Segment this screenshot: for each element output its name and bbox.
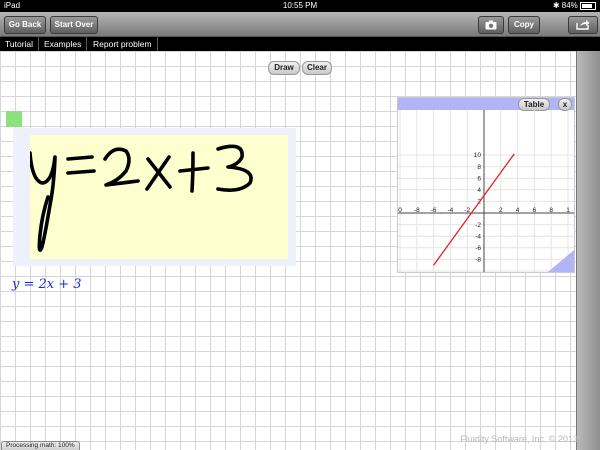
y-tick-label: 10 bbox=[474, 152, 482, 159]
battery-icon bbox=[580, 1, 596, 10]
y-tick-label: -8 bbox=[475, 257, 481, 264]
status-bar: iPad 10:55 PM ✱ 84% bbox=[0, 0, 600, 12]
x-tick-label: -8 bbox=[414, 207, 420, 214]
menu-report-problem[interactable]: Report problem bbox=[88, 37, 158, 51]
x-tick-label: 6 bbox=[533, 207, 537, 214]
resize-handle bbox=[548, 250, 574, 272]
processing-status: Processing math: 100% bbox=[1, 441, 80, 450]
x-tick-label: 2 bbox=[499, 207, 503, 214]
menu-tutorial[interactable]: Tutorial bbox=[0, 37, 40, 51]
copy-button[interactable]: Copy bbox=[508, 16, 540, 34]
x-tick-label: -4 bbox=[448, 207, 454, 214]
x-tick-label: 8 bbox=[549, 207, 553, 214]
y-tick-label: -2 bbox=[475, 222, 481, 229]
camera-icon bbox=[485, 20, 497, 30]
bluetooth-icon: ✱ bbox=[552, 1, 560, 10]
y-tick-label: 4 bbox=[477, 187, 481, 194]
recognized-equation: y = 2x + 3 bbox=[12, 277, 82, 292]
toolbar: Go Back Start Over Copy bbox=[0, 12, 600, 37]
share-icon bbox=[576, 20, 590, 31]
go-back-button[interactable]: Go Back bbox=[4, 16, 46, 34]
battery-percent: 84% bbox=[561, 1, 578, 10]
menu-examples[interactable]: Examples bbox=[39, 37, 88, 51]
clock: 10:55 PM bbox=[282, 1, 318, 10]
camera-button[interactable] bbox=[478, 16, 504, 34]
y-tick-label: 8 bbox=[477, 164, 481, 171]
selection-handle[interactable] bbox=[6, 111, 22, 127]
x-tick-label: -6 bbox=[431, 207, 437, 214]
x-tick-label: -2 bbox=[464, 207, 470, 214]
share-button[interactable] bbox=[568, 16, 598, 34]
y-tick-label: -6 bbox=[475, 245, 481, 252]
y-tick-label: 6 bbox=[477, 175, 481, 182]
graph-plot: 0-8-6-4-224681108642-2-4-6-8 bbox=[398, 110, 574, 272]
graph-panel[interactable]: Table x 0-8-6-4-224681108642-2-4-6-8 bbox=[397, 97, 575, 273]
x-tick-label: 4 bbox=[516, 207, 520, 214]
copyright-footer: Fluidity Software, Inc. © 2013 bbox=[460, 434, 578, 444]
x-tick-label: 1 bbox=[566, 207, 570, 214]
clear-button[interactable]: Clear bbox=[302, 61, 332, 75]
start-over-button[interactable]: Start Over bbox=[50, 16, 98, 34]
handwriting-strokes bbox=[28, 144, 253, 252]
y-tick-label: -4 bbox=[475, 233, 481, 240]
handwriting-area[interactable] bbox=[28, 135, 288, 259]
scrollbar[interactable] bbox=[576, 51, 600, 450]
battery-indicator: ✱ 84% bbox=[553, 1, 596, 10]
menu-bar: Tutorial Examples Report problem bbox=[0, 37, 600, 51]
draw-button[interactable]: Draw bbox=[268, 61, 300, 75]
x-tick-label: 0 bbox=[398, 207, 402, 214]
